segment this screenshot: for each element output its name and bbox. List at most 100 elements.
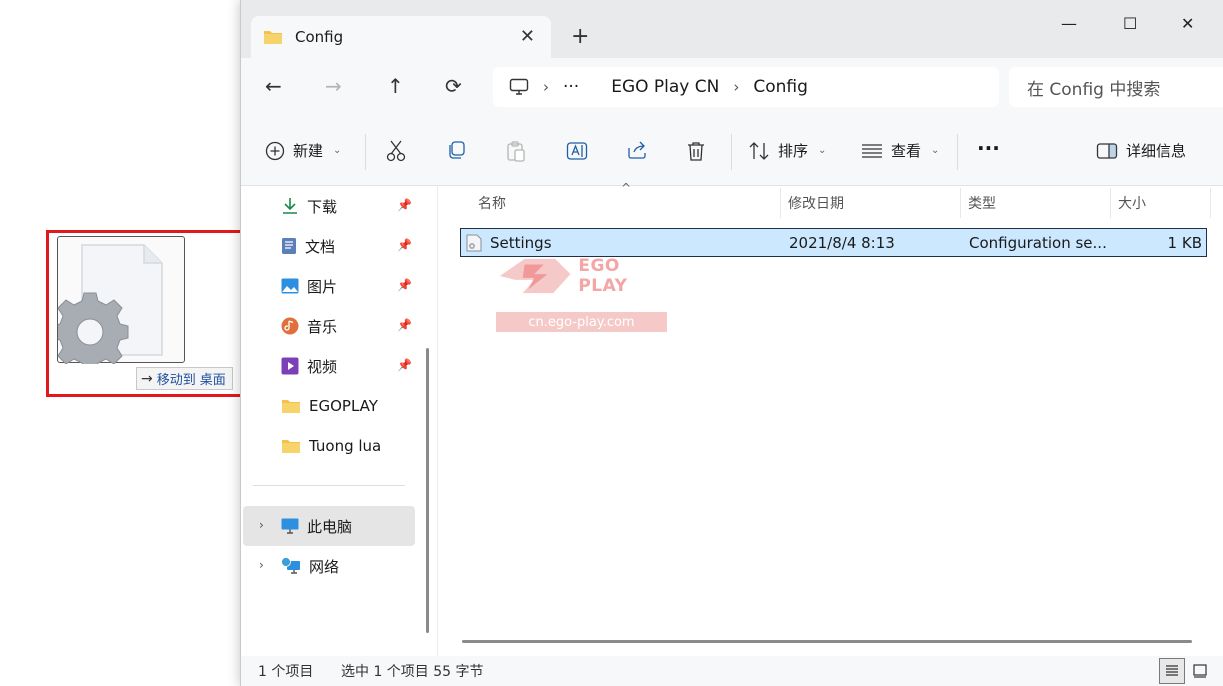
watermark-logo: EGO PLAY [496, 248, 671, 304]
details-pane-icon [1096, 142, 1118, 159]
pin-icon[interactable]: 📌 [397, 318, 412, 332]
breadcrumb-more[interactable]: ··· [563, 77, 579, 97]
sidebar-item-network[interactable]: 网络 [281, 546, 421, 586]
pin-icon[interactable]: 📌 [397, 198, 412, 212]
sidebar-item-tuong-lua[interactable]: Tuong lua [281, 426, 421, 466]
view-button[interactable]: 查看 ⌄ [861, 140, 939, 161]
sidebar-item-label: 文档 [305, 237, 336, 256]
computer-icon [281, 518, 299, 534]
pin-icon[interactable]: 📌 [397, 238, 412, 252]
sidebar-item-this-pc[interactable]: 此电脑 [281, 506, 421, 546]
maximize-button[interactable]: ☐ [1123, 14, 1137, 33]
chevron-down-icon: ⌄ [931, 145, 940, 156]
title-bar: Config ✕ + — ☐ ✕ [241, 0, 1223, 58]
pin-icon[interactable]: 📌 [397, 358, 412, 372]
watermark: EGO PLAY cn.ego-play.com [496, 248, 671, 334]
tab-close-icon[interactable]: ✕ [520, 26, 535, 47]
toolbar-divider [365, 134, 366, 170]
details-view-button[interactable] [1159, 658, 1185, 684]
folder-icon [282, 440, 300, 453]
music-icon [281, 317, 299, 335]
document-icon [282, 238, 296, 254]
scissors-icon [386, 140, 406, 162]
new-label: 新建 [293, 142, 324, 160]
back-arrow-icon[interactable]: ← [265, 76, 282, 96]
pin-icon[interactable]: 📌 [397, 278, 412, 292]
status-bar: 1 个项目 选中 1 个项目 55 字节 [241, 656, 1223, 686]
horizontal-scrollbar[interactable] [462, 640, 1192, 643]
paste-button[interactable] [506, 140, 526, 162]
column-header-name[interactable]: 名称 [478, 186, 506, 220]
column-header-type[interactable]: 类型 [968, 186, 996, 220]
watermark-url: cn.ego-play.com [496, 312, 667, 332]
network-icon [281, 557, 300, 574]
chevron-right-icon[interactable]: › [259, 558, 264, 572]
column-separator[interactable] [1110, 188, 1111, 218]
folder-icon [264, 31, 282, 44]
tab-config[interactable]: Config ✕ [251, 16, 551, 58]
drag-tooltip-action: 移动到 [156, 373, 196, 388]
file-size: 1 KB [1167, 234, 1202, 252]
tiles-view-icon [1193, 664, 1207, 678]
new-tab-button[interactable]: + [571, 26, 589, 48]
new-button[interactable]: 新建 ⌄ [265, 140, 341, 161]
column-separator[interactable] [780, 188, 781, 218]
toolbar-divider [731, 134, 732, 170]
search-input[interactable]: 在 Config 中搜索 [1009, 67, 1223, 107]
clipboard-icon [507, 141, 525, 162]
column-separator[interactable] [1210, 188, 1211, 218]
tab-title: Config [295, 28, 344, 46]
command-bar: 新建 ⌄ 排序 ⌄ 查看 ⌄ ··· 详细信息 [241, 116, 1223, 186]
config-file-icon [58, 244, 163, 364]
cut-button[interactable] [386, 140, 406, 162]
chevron-down-icon: ⌄ [818, 145, 827, 156]
details-label: 详细信息 [1126, 142, 1187, 160]
chevron-right-icon[interactable]: › [259, 518, 264, 532]
rename-button[interactable] [566, 140, 588, 162]
arrow-right-icon: → [141, 370, 153, 387]
forward-arrow-icon[interactable]: → [325, 76, 342, 96]
more-options-button[interactable]: ··· [977, 136, 1000, 160]
trash-icon [688, 142, 704, 161]
sort-button[interactable]: 排序 ⌄ [748, 140, 826, 161]
column-header-modified[interactable]: 修改日期 [788, 186, 844, 220]
column-header-size[interactable]: 大小 [1118, 186, 1146, 220]
breadcrumb-item[interactable]: Config [753, 77, 808, 97]
folder-icon [282, 400, 300, 413]
pictures-icon [281, 278, 299, 294]
sidebar-item-label: 音乐 [307, 317, 338, 336]
sidebar-scrollbar[interactable] [426, 348, 429, 633]
monitor-icon [509, 78, 529, 95]
sidebar-divider [253, 485, 405, 486]
refresh-icon[interactable]: ⟳ [445, 76, 462, 96]
up-arrow-icon[interactable]: ↑ [387, 76, 404, 96]
drag-tooltip-target: 桌面 [199, 373, 226, 388]
plus-circle-icon [265, 141, 285, 160]
delete-button[interactable] [686, 140, 706, 162]
tiles-view-button[interactable] [1187, 658, 1213, 684]
details-pane-button[interactable]: 详细信息 [1096, 140, 1186, 161]
copy-button[interactable] [446, 140, 466, 160]
toolbar-divider [957, 134, 958, 170]
sort-ascending-icon: ^ [621, 181, 632, 195]
minimize-button[interactable]: — [1061, 14, 1077, 33]
rename-icon [566, 142, 588, 160]
column-separator[interactable] [960, 188, 961, 218]
copy-icon [449, 141, 465, 159]
sort-label: 排序 [778, 142, 809, 160]
sidebar-item-label: 此电脑 [307, 517, 353, 536]
sidebar-item-label: Tuong lua [309, 437, 382, 455]
ego-play-logo-icon [499, 258, 571, 294]
share-icon [628, 141, 646, 159]
close-button[interactable]: ✕ [1181, 14, 1194, 33]
watermark-brand: EGO PLAY [578, 256, 628, 296]
share-button[interactable] [626, 140, 648, 160]
file-explorer-window: Config ✕ + — ☐ ✕ ← → ↑ ⟳ › ··· EGO Play … [240, 0, 1223, 686]
drag-tooltip: → 移动到 桌面 [136, 367, 233, 390]
sidebar-item-egoplay[interactable]: EGOPLAY [281, 386, 421, 426]
address-bar[interactable]: › ··· EGO Play CN › Config [493, 67, 999, 107]
breadcrumb-item[interactable]: EGO Play CN [611, 77, 719, 97]
file-type: Configuration se... [969, 234, 1107, 252]
dragged-file-ghost[interactable] [57, 236, 185, 364]
chevron-right-icon: › [733, 78, 740, 96]
